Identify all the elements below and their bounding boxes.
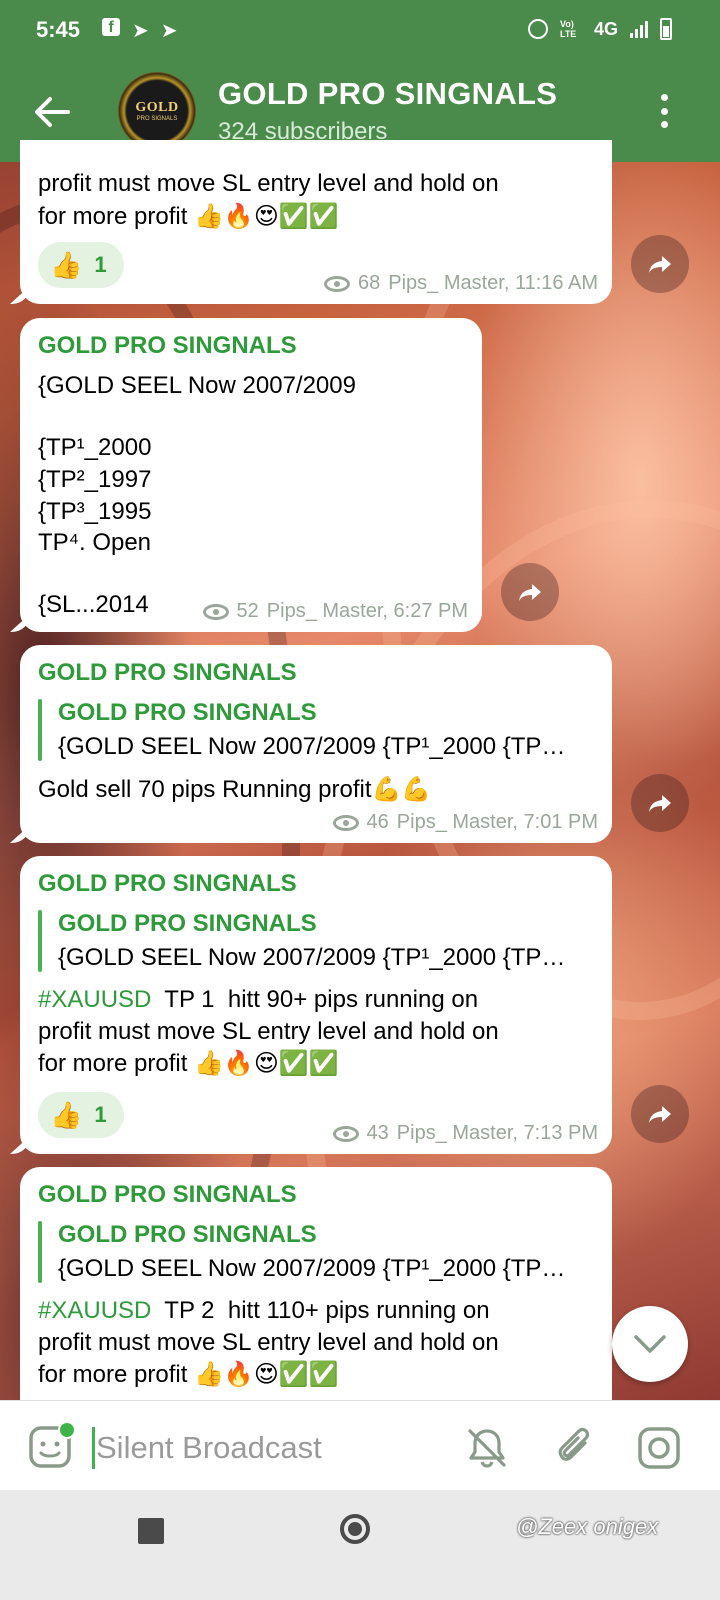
forward-button[interactable] [631, 235, 689, 293]
message-text-line: {GOLD SEEL Now 2007/2009 [38, 372, 356, 399]
views-eye-icon [332, 814, 359, 831]
forward-button[interactable] [501, 563, 559, 621]
message-text-line: {TP¹_2000 [38, 434, 152, 461]
message-bubble[interactable]: GOLD PRO SINGNALS GOLD PRO SINGNALS {GOL… [20, 1167, 612, 1407]
message-text-line: {SL...2014 [38, 591, 149, 618]
message-sender: GOLD PRO SINGNALS [38, 1181, 297, 1208]
forward-arrow-icon [519, 584, 541, 601]
status-notification-icons: f ➤ ➤ [102, 18, 178, 43]
home-button[interactable] [340, 1514, 370, 1544]
reply-quote-text[interactable]: {GOLD SEEL Now 2007/2009 {TP¹_2000 {TP… [58, 1255, 598, 1283]
views-eye-icon [324, 275, 350, 292]
bell-muted-icon[interactable] [464, 1425, 510, 1471]
view-count: 43 [366, 1122, 389, 1144]
text-cursor [92, 1427, 95, 1469]
system-navigation-bar: @Zeex onigex [0, 1490, 720, 1600]
network-type: 4G [593, 18, 618, 39]
reaction-chip[interactable]: 👍 1 [38, 1092, 124, 1138]
thumbs-up-icon: 👍 [50, 1099, 83, 1130]
reply-quote-bar [38, 699, 42, 761]
message-text-segment: TP 1 hitt 90+ pips running on [151, 986, 479, 1013]
message-bubble[interactable]: GOLD PRO SINGNALS GOLD PRO SINGNALS {GOL… [10, 856, 612, 1154]
forward-arrow-icon [649, 1106, 671, 1123]
new-indicator-dot [58, 1421, 76, 1439]
message-text-segment: TP 2 hitt 110+ pips running on [151, 1297, 490, 1324]
hashtag-link[interactable]: #XAUUSD [38, 1297, 151, 1324]
author-time: Pips_ Master, 6:27 PM [266, 600, 468, 622]
message-text-line: for more profit 👍🔥😍✅✅ [38, 203, 339, 230]
message-text-line: profit must move SL entry level and hold… [38, 1329, 499, 1356]
channel-title[interactable]: GOLD PRO SINGNALS [218, 76, 557, 112]
views-eye-icon [202, 603, 229, 620]
view-count: 52 [236, 600, 259, 622]
reply-quote-bar [38, 910, 42, 972]
hashtag-link[interactable]: #XAUUSD [38, 986, 151, 1013]
message-meta: 43 Pips_ Master, 7:13 PM [332, 1122, 598, 1145]
message-input[interactable] [96, 1427, 436, 1469]
reply-quote-text[interactable]: {GOLD SEEL Now 2007/2009 {TP¹_2000 {TP… [58, 944, 598, 972]
recent-apps-button[interactable] [138, 1518, 164, 1544]
message-text-line: {TP³_1995 [38, 498, 152, 525]
message-text-line: profit must move SL entry level and hold… [38, 1018, 499, 1045]
back-arrow-icon[interactable] [28, 88, 76, 136]
message-text-line: #XAUUSD TP 2 hitt 110+ pips running on [38, 1297, 490, 1325]
view-count: 46 [366, 811, 389, 833]
reply-quote-title[interactable]: GOLD PRO SINGNALS [58, 910, 317, 938]
message-sender: GOLD PRO SINGNALS [38, 659, 297, 686]
battery-icon [660, 18, 672, 40]
author-time: Pips_ Master, 7:13 PM [396, 1122, 598, 1144]
message-meta: 52 Pips_ Master, 6:27 PM [202, 600, 468, 623]
message-text-line: for more profit 👍🔥😍✅✅ [38, 1361, 339, 1388]
avatar-logo-subtext: PRO SIGNALS [136, 116, 178, 122]
forward-button[interactable] [631, 774, 689, 832]
watermark-text: @Zeex onigex [516, 1514, 659, 1539]
telegram-icon: ➤ [160, 20, 178, 42]
scroll-to-bottom-button[interactable] [612, 1306, 688, 1382]
attach-paperclip-icon[interactable] [552, 1425, 598, 1471]
author-time: Pips_ Master, 11:16 AM [388, 272, 598, 294]
chevron-down-icon [634, 1335, 666, 1353]
forward-arrow-icon [649, 256, 671, 273]
reply-quote-title[interactable]: GOLD PRO SINGNALS [58, 699, 317, 727]
signal-icon [630, 20, 648, 38]
message-sender: GOLD PRO SINGNALS [38, 332, 297, 359]
author-time: Pips_ Master, 7:01 PM [396, 811, 598, 833]
status-bar: 5:45 f ➤ ➤ Vo) LTE 4G [0, 0, 720, 60]
message-composer [0, 1400, 720, 1490]
message-bubble[interactable]: GOLD PRO SINGNALS {GOLD SEEL Now 2007/20… [10, 318, 482, 632]
telegram-icon: ➤ [132, 20, 149, 42]
status-system-icons: Vo) LTE 4G [527, 18, 672, 40]
message-text-line: Gold sell 70 pips Running profit💪💪 [38, 776, 432, 803]
message-text-line: profit must move SL entry level and hold… [38, 170, 499, 197]
forward-arrow-icon [649, 795, 671, 812]
message-sender: GOLD PRO SINGNALS [38, 870, 297, 897]
more-options-icon[interactable] [660, 94, 668, 128]
volte-icon: Vo) LTE [559, 19, 577, 39]
alarm-icon [527, 19, 548, 39]
message-bubble[interactable]: profit must move SL entry level and hold… [10, 140, 612, 304]
views-eye-icon [332, 1125, 359, 1142]
forward-button[interactable] [631, 1085, 689, 1143]
camera-icon[interactable] [636, 1425, 682, 1471]
status-time: 5:45 [36, 17, 81, 42]
facebook-icon: f [102, 18, 120, 36]
reply-quote-title[interactable]: GOLD PRO SINGNALS [58, 1221, 317, 1249]
message-text-line: {TP²_1997 [38, 466, 152, 493]
reply-quote-bar [38, 1221, 42, 1283]
message-bubble[interactable]: GOLD PRO SINGNALS GOLD PRO SINGNALS {GOL… [10, 645, 612, 843]
view-count: 68 [358, 272, 381, 294]
message-meta: 68 Pips_ Master, 11:16 AM [324, 272, 598, 295]
avatar-logo-text: GOLD [135, 100, 179, 115]
channel-avatar[interactable]: GOLD PRO SIGNALS [118, 72, 196, 150]
reaction-chip[interactable]: 👍 1 [38, 242, 124, 288]
message-text-line: for more profit 👍🔥😍✅✅ [38, 1050, 339, 1077]
thumbs-up-icon: 👍 [50, 249, 83, 280]
message-text-line: #XAUUSD TP 1 hitt 90+ pips running on [38, 986, 478, 1014]
reply-quote-text[interactable]: {GOLD SEEL Now 2007/2009 {TP¹_2000 {TP… [58, 733, 598, 761]
message-meta: 46 Pips_ Master, 7:01 PM [332, 811, 598, 834]
reaction-count: 1 [94, 1102, 107, 1127]
reaction-count: 1 [94, 252, 107, 277]
message-text-line: TP⁴. Open [38, 529, 152, 556]
